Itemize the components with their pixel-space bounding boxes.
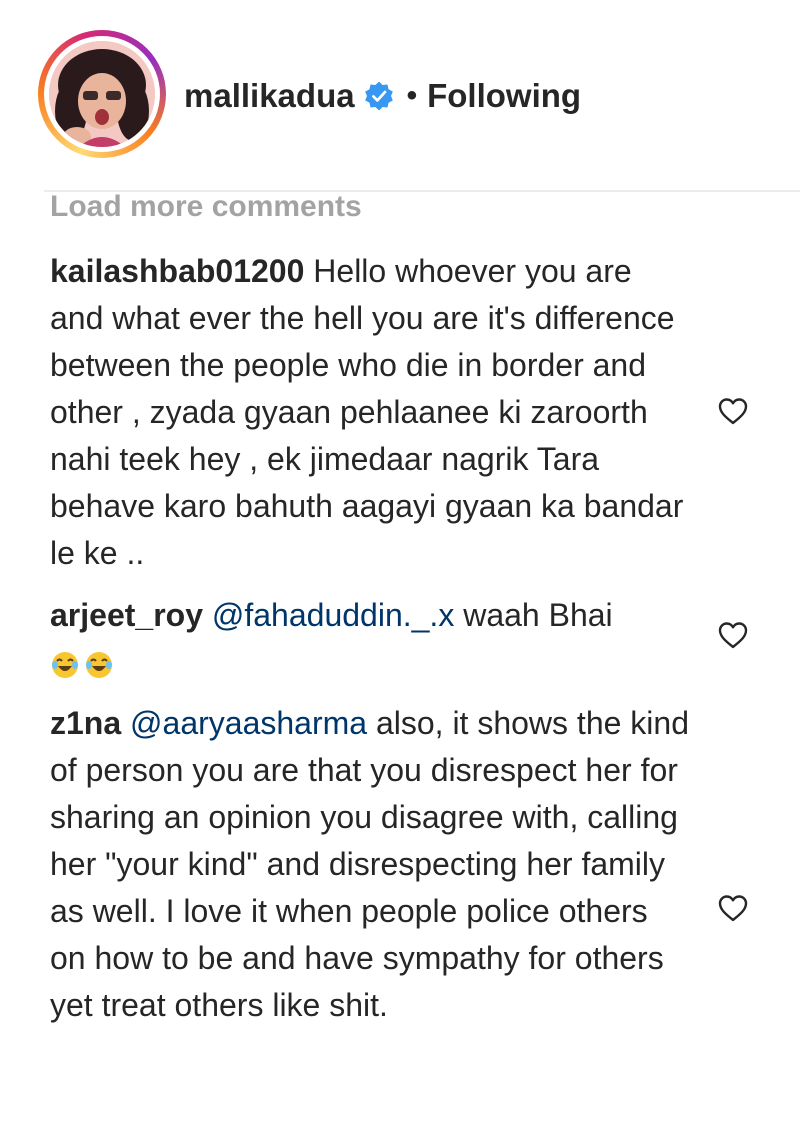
laughing-emoji-icon (52, 651, 78, 678)
username-row: mallikadua • Following (184, 74, 581, 118)
like-heart-icon[interactable] (717, 620, 749, 650)
comment-item: arjeet_roy @fahaduddin._.x waah Bhai (50, 592, 690, 686)
comment-text: waah Bhai (463, 597, 613, 633)
comment-text: also, it shows the kind of person you ar… (50, 705, 689, 1023)
separator-dot: • (406, 79, 418, 112)
like-heart-icon[interactable] (717, 396, 749, 426)
like-heart-icon[interactable] (717, 893, 749, 923)
following-button[interactable]: Following (427, 77, 581, 115)
load-more-comments-button[interactable]: Load more comments (50, 187, 362, 227)
laughing-emoji-icon (86, 651, 112, 678)
avatar[interactable] (49, 41, 155, 147)
comment-username[interactable]: kailashbab01200 (50, 253, 304, 289)
verified-badge-icon (364, 81, 393, 111)
comment-item: kailashbab01200 Hello whoever you are an… (50, 248, 690, 577)
comment-username[interactable]: arjeet_roy (50, 597, 203, 633)
post-username[interactable]: mallikadua (184, 77, 355, 115)
comment-item: z1na @aaryaasharma also, it shows the ki… (50, 700, 690, 1029)
comment-mention[interactable]: @aaryaasharma (130, 705, 367, 741)
comment-mention[interactable]: @fahaduddin._.x (212, 597, 454, 633)
avatar-story-ring[interactable] (38, 30, 166, 158)
post-header: mallikadua • Following (0, 0, 800, 190)
avatar-image (49, 41, 155, 147)
comment-username[interactable]: z1na (50, 705, 121, 741)
comment-text: Hello whoever you are and what ever the … (50, 253, 684, 571)
